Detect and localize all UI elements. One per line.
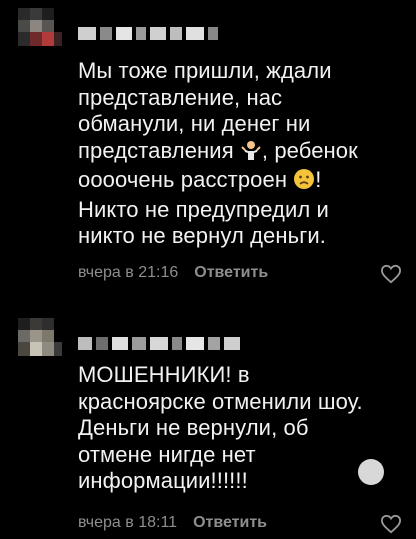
timestamp: вчера в 21:16 — [78, 264, 179, 281]
avatar[interactable] — [18, 8, 62, 46]
worried-face-icon — [293, 168, 315, 197]
username-blurred[interactable] — [78, 26, 218, 40]
comment-text: Мы тоже пришли, ждали представление, нас… — [78, 58, 365, 248]
comment-meta: вчера в 21:16 Ответить — [78, 264, 268, 282]
person-shrugging-icon — [240, 139, 262, 168]
reply-button[interactable]: Ответить — [194, 264, 268, 282]
reply-button[interactable]: Ответить — [193, 514, 267, 532]
avatar[interactable] — [18, 318, 62, 356]
comment-text: МОШЕННИКИ! в красноярске отменили шоу. Д… — [78, 362, 369, 493]
like-heart-icon[interactable] — [380, 264, 402, 284]
comment-meta: вчера в 18:11 Ответить — [78, 514, 267, 532]
username-blurred[interactable] — [78, 336, 240, 350]
timestamp: вчера в 18:11 — [78, 514, 178, 531]
like-heart-icon[interactable] — [380, 514, 402, 534]
floating-dot-indicator[interactable] — [358, 459, 384, 485]
